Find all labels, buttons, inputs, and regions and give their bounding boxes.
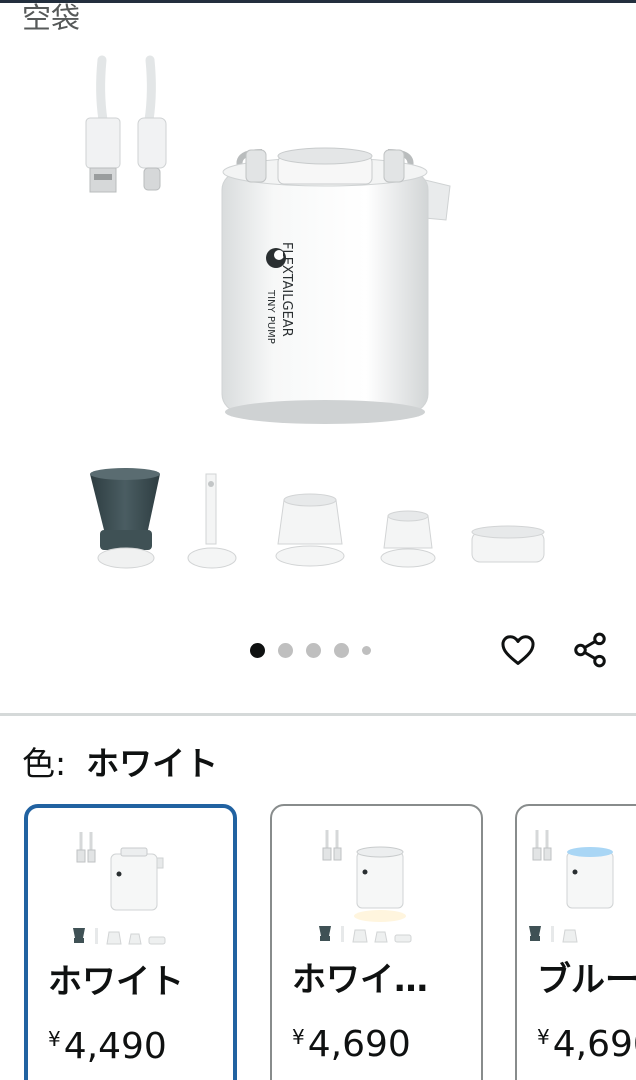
swatch-name: ブルー xyxy=(537,960,636,1000)
top-border xyxy=(0,0,636,3)
product-logo-model: TINY PUMP xyxy=(265,289,276,344)
pump-body: FLEXTAILGEAR TINY PUMP xyxy=(221,147,451,424)
color-swatch-blue[interactable]: ブルー ¥4,690 xyxy=(515,804,636,1080)
swatch-name: ホワイト xyxy=(48,962,184,1002)
carousel-dot xyxy=(334,643,349,658)
share-button[interactable] xyxy=(568,628,612,672)
selected-color-value: ホワイト xyxy=(86,744,219,783)
share-icon xyxy=(574,632,606,668)
color-selection-header: 色: ホワイト xyxy=(22,742,218,786)
heart-icon xyxy=(501,635,535,665)
swatch-price: ¥4,490 xyxy=(48,1026,167,1067)
product-logo-brand: FLEXTAILGEAR xyxy=(279,242,294,337)
swatch-price: ¥4,690 xyxy=(292,1024,411,1065)
section-divider xyxy=(0,713,636,716)
swatch-thumbnail xyxy=(318,830,411,943)
color-swatch-white[interactable]: ホワイト ¥4,490 xyxy=(24,804,237,1080)
carousel-dot xyxy=(278,643,293,658)
carousel-indicator[interactable] xyxy=(250,643,371,658)
carousel-dot xyxy=(306,643,321,658)
image-caption: 空袋 xyxy=(22,1,81,35)
color-swatch-white-2[interactable]: ホワイ… ¥4,690 xyxy=(270,804,483,1080)
carousel-dot xyxy=(362,646,371,655)
carousel-dot-active xyxy=(250,643,265,658)
swatch-thumbnail xyxy=(72,832,165,945)
swatch-name: ホワイ… xyxy=(292,960,428,1000)
color-swatch-list[interactable]: ホワイト ¥4,490 ホワイ… ¥4,690 ブルー ¥4,69 xyxy=(0,800,636,1080)
usb-cable xyxy=(85,55,167,193)
swatch-price: ¥4,690 xyxy=(537,1024,636,1065)
swatch-thumbnail xyxy=(529,830,614,943)
nozzle-attachments xyxy=(90,468,545,569)
favorite-button[interactable] xyxy=(496,628,540,672)
product-image[interactable]: FLEXTAILGEAR TINY PUMP xyxy=(0,40,636,620)
color-label: 色: xyxy=(22,744,67,783)
